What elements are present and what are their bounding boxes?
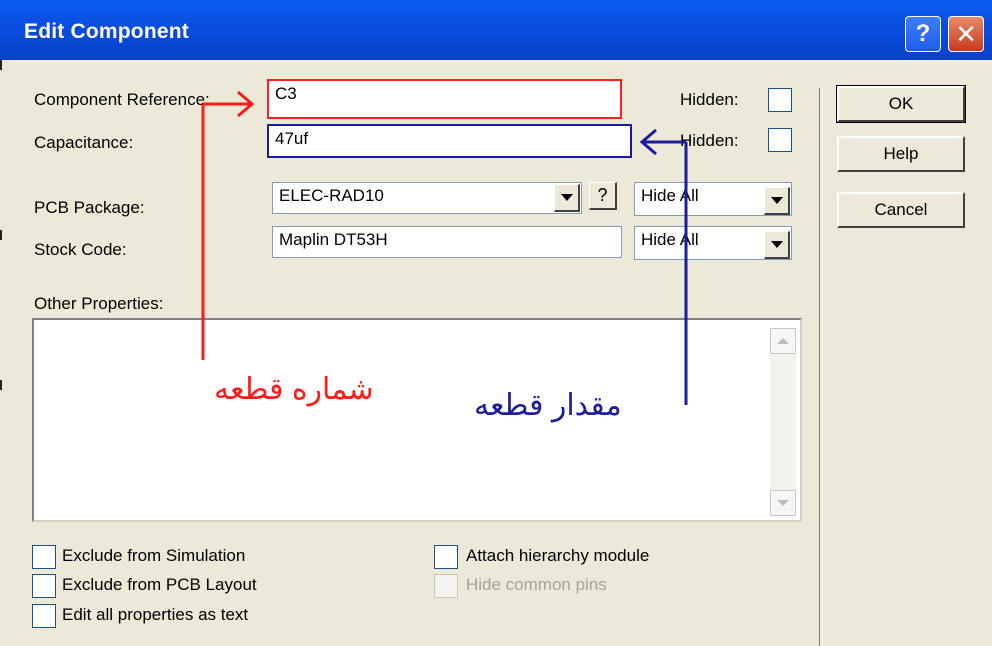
pcb-package-select[interactable]: ELEC-RAD10 [272,182,582,214]
ok-button[interactable]: OK [836,85,966,123]
question-icon: ? [915,20,931,47]
edge-mark [0,230,2,240]
stock-code-visibility-value: Hide All [641,230,699,249]
close-icon: ✕ [955,18,977,49]
reference-annotation: شماره قطعه [214,373,374,406]
pcb-package-query-button[interactable]: ? [589,182,617,210]
component-reference-hidden-label: Hidden: [680,90,739,109]
pcb-package-label: PCB Package: [34,198,145,217]
other-properties-label: Other Properties: [34,294,164,313]
edge-mark [0,60,2,70]
stock-code-visibility-dropdown[interactable] [764,231,790,259]
scroll-up-button[interactable] [770,328,796,354]
capacitance-hidden-label: Hidden: [680,131,739,150]
hide-common-pins-label: Hide common pins [466,575,607,594]
hide-common-pins-checkbox[interactable] [434,574,458,598]
close-button[interactable]: ✕ [948,16,984,52]
edge-mark [0,380,2,390]
edit-all-text-label: Edit all properties as text [62,605,249,624]
edit-all-text-checkbox[interactable] [32,604,56,628]
title-bar[interactable]: Edit Component ? ✕ [0,0,992,60]
dialog-body: Component Reference: C3 Hidden: Capacita… [14,60,992,646]
attach-hierarchy-checkbox[interactable] [434,545,458,569]
component-reference-input[interactable]: C3 [267,79,622,119]
dialog-title: Edit Component [24,20,189,43]
textarea-scrollbar[interactable] [770,328,796,516]
cancel-button[interactable]: Cancel [837,192,965,228]
component-reference-label: Component Reference: [34,90,210,109]
exclude-pcb-label: Exclude from PCB Layout [62,575,257,594]
pcb-package-visibility-dropdown[interactable] [764,187,790,215]
attach-hierarchy-label: Attach hierarchy module [466,546,650,565]
pcb-package-visibility-value: Hide All [641,186,699,205]
other-properties-textarea[interactable] [32,318,802,522]
exclude-simulation-label: Exclude from Simulation [62,546,246,565]
help-title-button[interactable]: ? [905,16,941,52]
capacitance-label: Capacitance: [34,133,134,152]
blue-arrowhead [639,128,657,156]
red-arrowhead [237,90,255,118]
help-button[interactable]: Help [837,136,965,172]
scroll-down-button[interactable] [770,490,796,516]
exclude-simulation-checkbox[interactable] [32,545,56,569]
pcb-package-value: ELEC-RAD10 [279,186,384,205]
stock-code-input[interactable]: Maplin DT53H [272,226,622,258]
capacitance-hidden-checkbox[interactable] [768,128,792,152]
edit-component-dialog: Edit Component ? ✕ Component Reference: … [0,0,992,646]
value-annotation: مقدار قطعه [474,389,622,422]
component-reference-hidden-checkbox[interactable] [768,88,792,112]
vertical-separator [819,88,823,646]
pcb-package-dropdown-button[interactable] [554,184,580,212]
stock-code-label: Stock Code: [34,240,127,259]
exclude-pcb-checkbox[interactable] [32,574,56,598]
capacitance-input[interactable]: 47uf [267,124,632,158]
